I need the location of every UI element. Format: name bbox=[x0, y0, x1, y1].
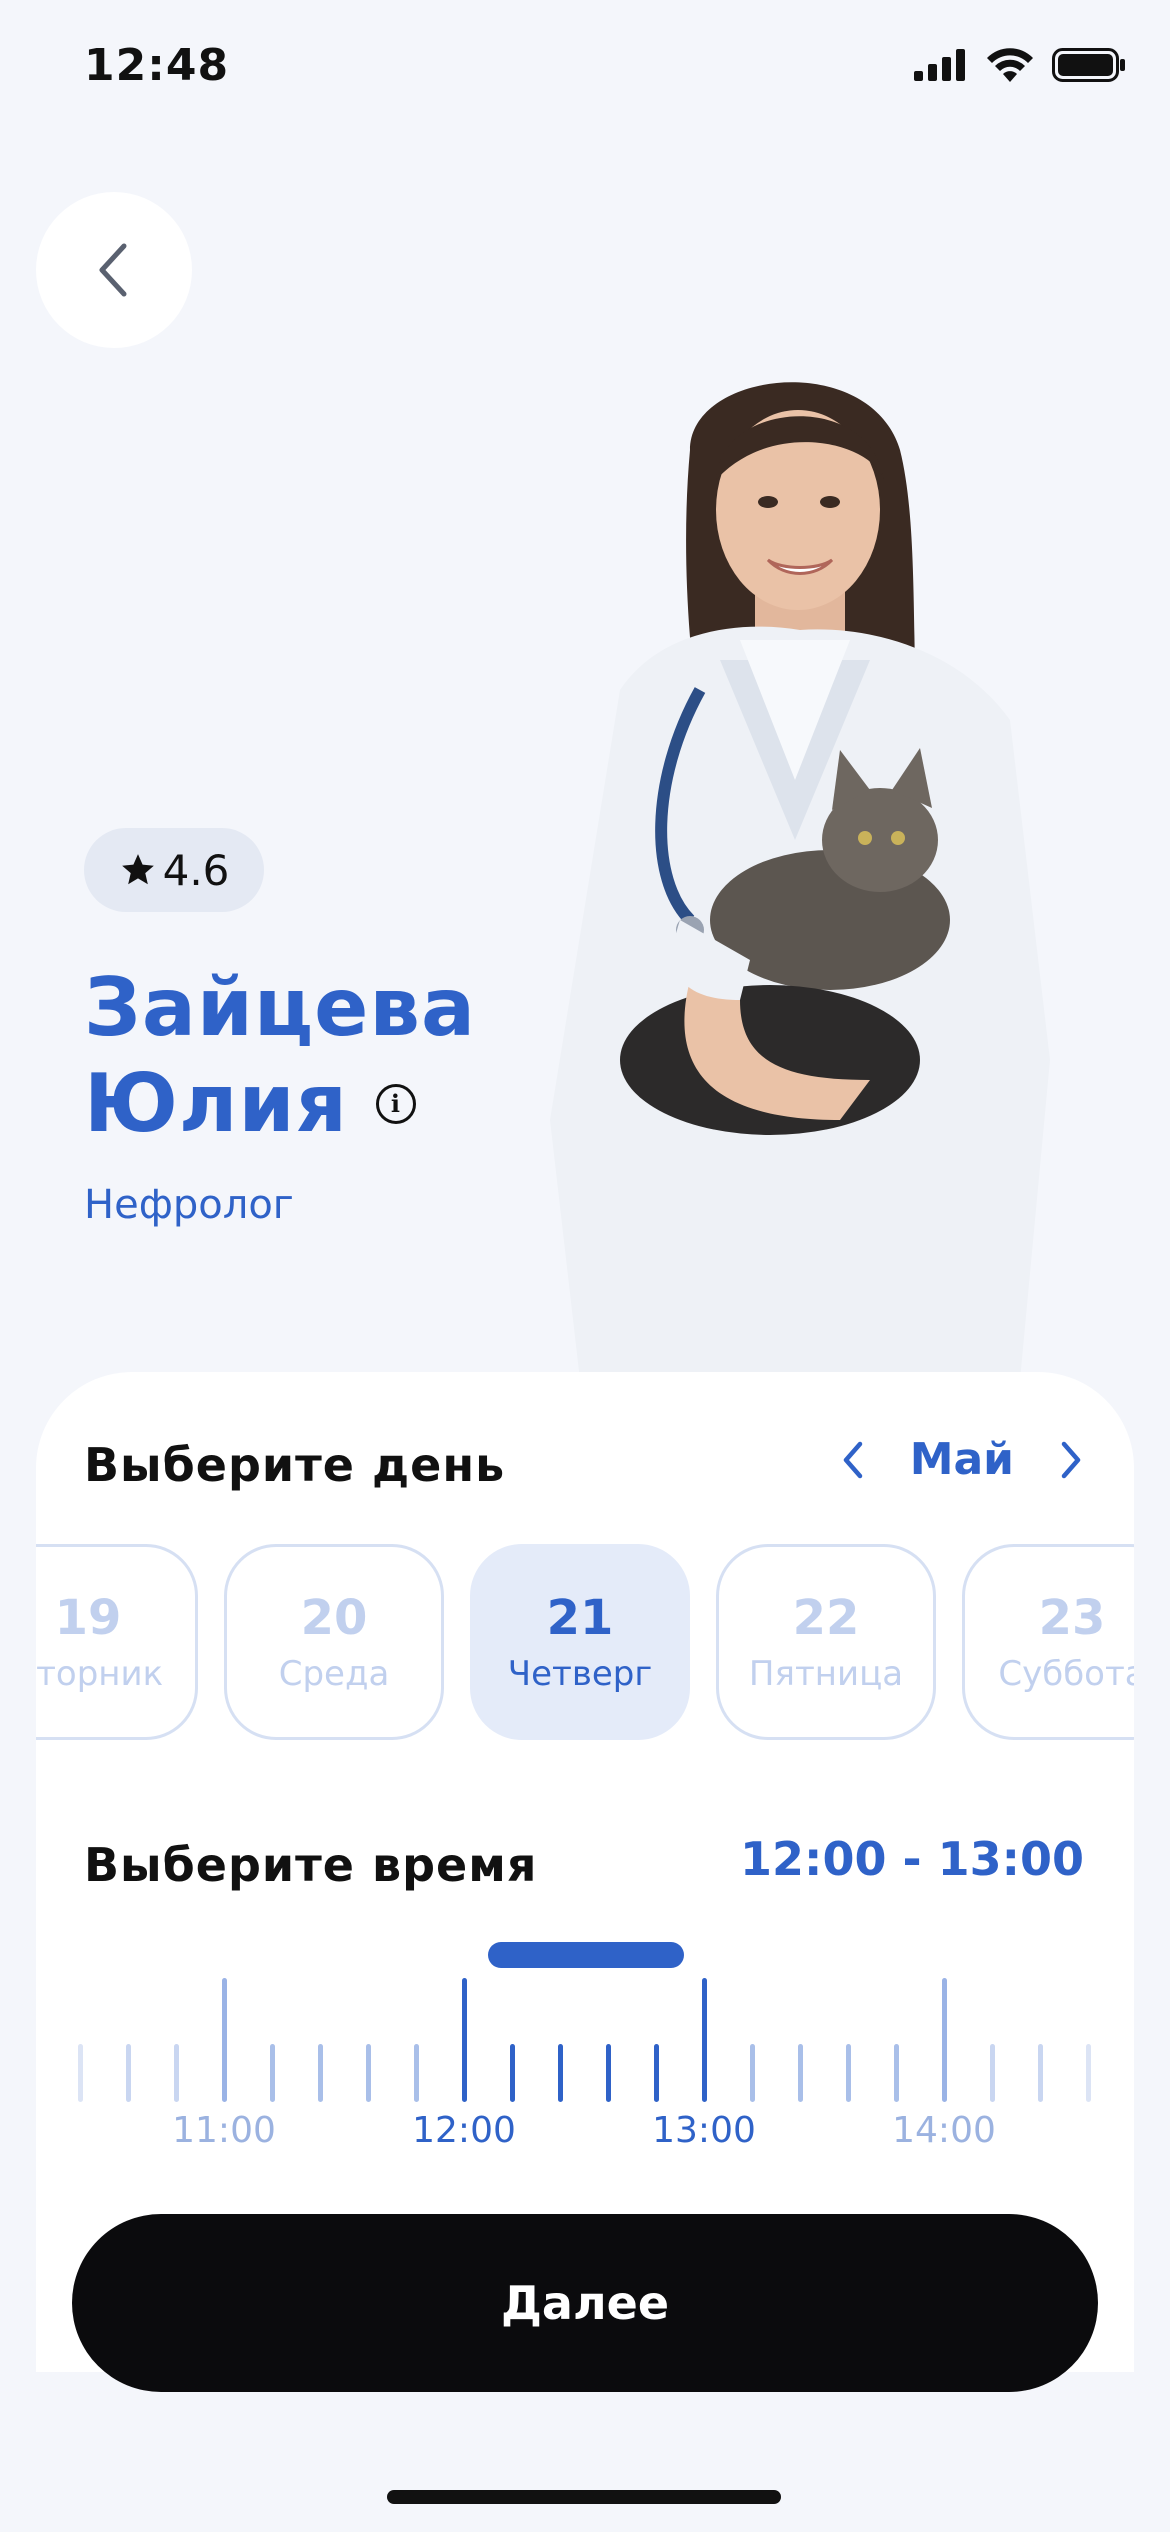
status-time: 12:48 bbox=[84, 40, 230, 91]
selected-time-range: 12:00 - 13:00 bbox=[740, 1832, 1084, 1886]
status-icons bbox=[914, 48, 1126, 82]
time-tick bbox=[414, 2044, 419, 2102]
time-tick bbox=[990, 2044, 995, 2102]
doctor-specialty: Нефролог bbox=[84, 1182, 294, 1228]
day-number: 19 bbox=[54, 1590, 122, 1646]
hour-label: 14:00 bbox=[892, 2110, 996, 2151]
month-label: Май bbox=[909, 1434, 1014, 1485]
day-number: 21 bbox=[546, 1590, 614, 1646]
time-tick bbox=[510, 2044, 515, 2102]
home-indicator bbox=[387, 2490, 781, 2504]
time-tick bbox=[942, 1978, 947, 2102]
day-name: Суббота bbox=[998, 1654, 1134, 1694]
doctor-first-name: Юлия bbox=[84, 1057, 348, 1150]
day-list: 19 Вторник 20 Среда 21 Четверг 22 Пятница 23 Субб… bbox=[36, 1544, 1134, 1740]
time-tick bbox=[894, 2044, 899, 2102]
rating-badge: 4.6 bbox=[84, 828, 264, 912]
wifi-icon bbox=[987, 48, 1033, 82]
time-tick bbox=[366, 2044, 371, 2102]
hour-label: 11:00 bbox=[172, 2110, 276, 2151]
star-icon bbox=[121, 854, 154, 885]
day-card[interactable]: 22 Пятница bbox=[716, 1544, 936, 1740]
time-tick bbox=[798, 2044, 803, 2102]
back-button[interactable] bbox=[36, 192, 192, 348]
time-tick bbox=[654, 2044, 659, 2102]
chevron-right-icon[interactable] bbox=[1058, 1440, 1084, 1480]
hour-label: 12:00 bbox=[412, 2110, 516, 2151]
day-number: 23 bbox=[1038, 1590, 1106, 1646]
time-tick bbox=[750, 2044, 755, 2102]
time-tick bbox=[462, 1978, 467, 2102]
month-nav: Май bbox=[840, 1434, 1084, 1485]
hour-label: 13:00 bbox=[652, 2110, 756, 2151]
time-picker-title: Выберите время bbox=[84, 1838, 538, 1892]
time-tick bbox=[174, 2044, 179, 2102]
time-tick bbox=[702, 1978, 707, 2102]
day-card[interactable]: 21 Четверг bbox=[470, 1544, 690, 1740]
time-range-handle[interactable] bbox=[488, 1942, 684, 1968]
battery-icon bbox=[1052, 48, 1125, 82]
status-bar: 12:48 bbox=[0, 0, 1170, 140]
time-tick bbox=[1086, 2044, 1091, 2102]
day-number: 22 bbox=[792, 1590, 860, 1646]
time-slider[interactable] bbox=[36, 1942, 1134, 2102]
day-name: Вторник bbox=[36, 1654, 164, 1694]
time-tick bbox=[222, 1978, 227, 2102]
doctor-photo bbox=[550, 382, 1050, 1380]
time-tick bbox=[78, 2044, 83, 2102]
day-number: 20 bbox=[300, 1590, 368, 1646]
day-picker-title: Выберите день bbox=[84, 1438, 506, 1492]
day-card[interactable]: 19 Вторник bbox=[36, 1544, 198, 1740]
time-tick bbox=[558, 2044, 563, 2102]
rating-value: 4.6 bbox=[162, 845, 230, 895]
time-tick bbox=[846, 2044, 851, 2102]
doctor-name: Зайцева Юлия i bbox=[84, 960, 476, 1152]
chevron-left-icon[interactable] bbox=[840, 1440, 866, 1480]
day-name: Четверг bbox=[507, 1654, 653, 1694]
time-tick bbox=[126, 2044, 131, 2102]
time-tick bbox=[1038, 2044, 1043, 2102]
day-name: Среда bbox=[278, 1654, 390, 1694]
time-tick bbox=[270, 2044, 275, 2102]
doctor-surname: Зайцева bbox=[84, 961, 477, 1054]
day-card[interactable]: 23 Суббота bbox=[962, 1544, 1134, 1740]
next-button[interactable]: Далее bbox=[72, 2214, 1098, 2392]
time-tick bbox=[606, 2044, 611, 2102]
chevron-left-icon bbox=[99, 243, 127, 297]
time-tick bbox=[318, 2044, 323, 2102]
signal-icon bbox=[914, 49, 965, 81]
day-card[interactable]: 20 Среда bbox=[224, 1544, 444, 1740]
info-icon[interactable]: i bbox=[375, 1084, 416, 1124]
day-name: Пятница bbox=[748, 1654, 904, 1694]
